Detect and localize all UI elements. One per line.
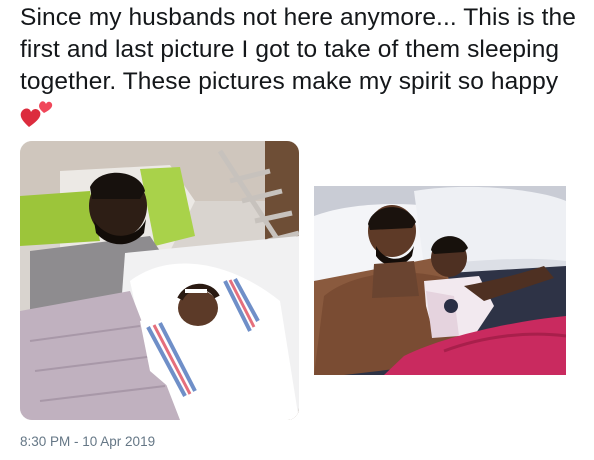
photo-father-daughter[interactable] xyxy=(314,186,566,375)
two-hearts-icon xyxy=(20,98,54,128)
tweet-text: Since my husbands not here anymore... Th… xyxy=(20,2,580,131)
tweet-timestamp[interactable]: 8:30 PM - 10 Apr 2019 xyxy=(20,434,155,449)
tweet-body: Since my husbands not here anymore... Th… xyxy=(20,4,576,95)
photo-father-newborn[interactable] xyxy=(20,141,299,420)
